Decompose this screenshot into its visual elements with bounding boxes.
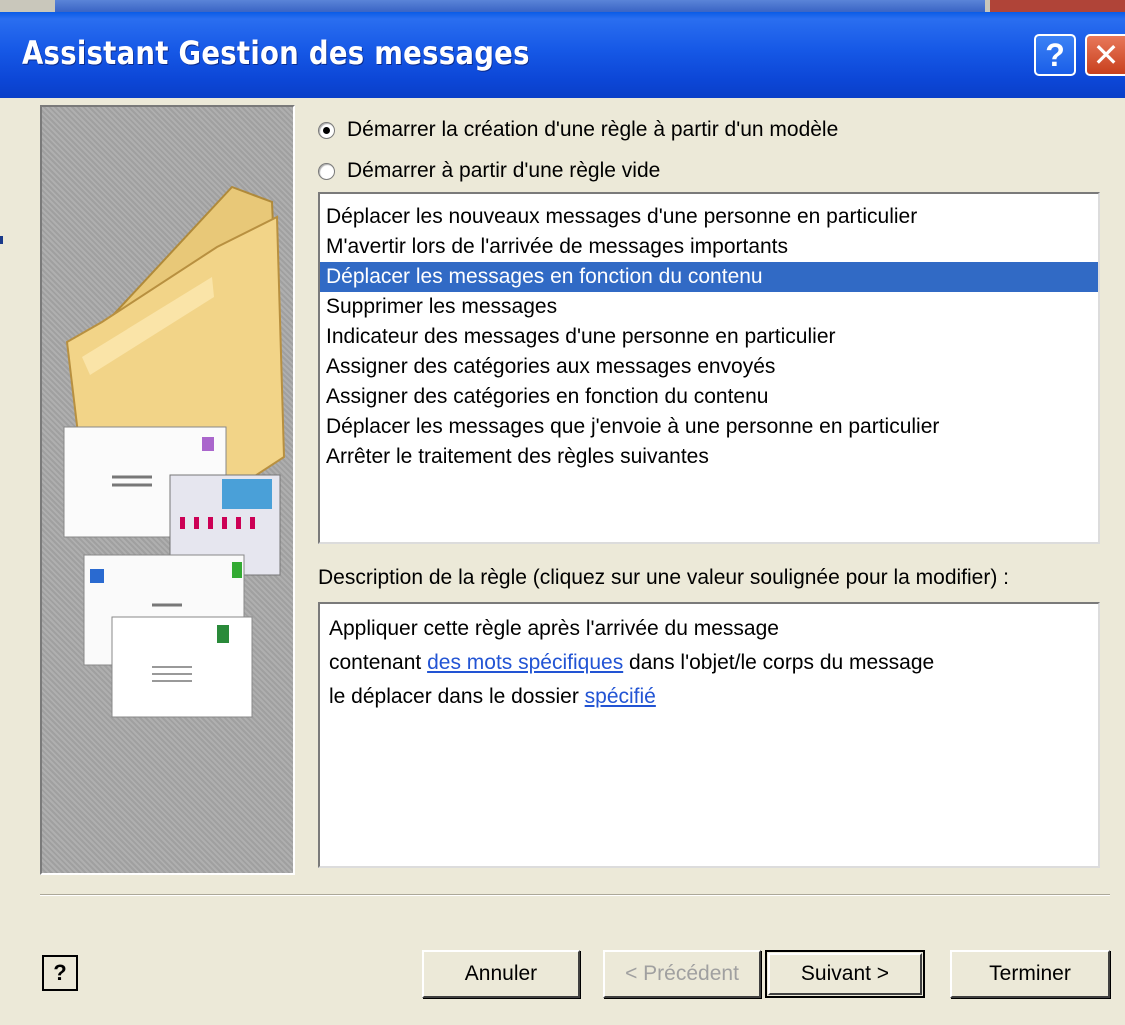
list-item[interactable]: Déplacer les nouveaux messages d'une per…: [320, 202, 1098, 232]
rule-description-box: Appliquer cette règle après l'arrivée du…: [318, 602, 1100, 868]
background-window-buttons: [990, 0, 1125, 12]
list-item[interactable]: Assigner des catégories aux messages env…: [320, 352, 1098, 382]
description-text: dans l'objet/le corps du message: [623, 651, 935, 674]
specific-words-link[interactable]: des mots spécifiques: [427, 651, 623, 674]
radio-start-blank[interactable]: Démarrer à partir d'une règle vide: [318, 154, 660, 188]
radio-template-circle[interactable]: [318, 121, 335, 139]
description-line: le déplacer dans le dossier spécifié: [329, 680, 1098, 714]
list-item[interactable]: Déplacer les messages que j'envoie à une…: [320, 412, 1098, 442]
description-text: contenant: [329, 651, 428, 674]
radio-blank-circle[interactable]: [318, 162, 335, 180]
rule-description-label: Description de la règle (cliquez sur une…: [318, 566, 1010, 589]
folder-envelopes-illustration: [63, 185, 286, 718]
footer-separator: [40, 894, 1110, 896]
title-bar[interactable]: Assistant Gestion des messages ? ✕: [0, 12, 1125, 98]
description-text: Appliquer cette règle après l'arrivée du…: [329, 617, 779, 640]
help-title-button[interactable]: ?: [1034, 34, 1076, 76]
specified-folder-link[interactable]: spécifié: [585, 685, 656, 708]
help-button[interactable]: ?: [42, 955, 78, 991]
template-list[interactable]: Déplacer les nouveaux messages d'une per…: [318, 192, 1100, 544]
next-button[interactable]: Suivant >: [765, 950, 925, 998]
list-item[interactable]: Indicateur des messages d'une personne e…: [320, 322, 1098, 352]
list-item[interactable]: Arrêter le traitement des règles suivant…: [320, 442, 1098, 472]
description-line: Appliquer cette règle après l'arrivée du…: [329, 612, 1098, 646]
list-item[interactable]: Supprimer les messages: [320, 292, 1098, 322]
description-line: contenant des mots spécifiques dans l'ob…: [329, 646, 1098, 680]
next-button-label: Suivant >: [800, 962, 890, 985]
list-item[interactable]: Assigner des catégories en fonction du c…: [320, 382, 1098, 412]
radio-template-label[interactable]: Démarrer la création d'une règle à parti…: [347, 118, 838, 142]
wizard-illustration: [40, 105, 295, 875]
background-window-strip: [0, 0, 1125, 12]
radio-start-from-template[interactable]: Démarrer la création d'une règle à parti…: [318, 113, 838, 147]
list-item-selected[interactable]: Déplacer les messages en fonction du con…: [320, 262, 1098, 292]
cancel-button[interactable]: Annuler: [422, 950, 580, 998]
description-text: le déplacer dans le dossier: [329, 685, 585, 708]
back-button[interactable]: < Précédent: [603, 950, 761, 998]
window-title: Assistant Gestion des messages: [22, 34, 530, 72]
close-button[interactable]: ✕: [1085, 34, 1125, 76]
background-window-titlebar: [55, 0, 985, 12]
finish-button[interactable]: Terminer: [950, 950, 1110, 998]
help-question-icon: ?: [53, 960, 67, 985]
list-item[interactable]: M'avertir lors de l'arrivée de messages …: [320, 232, 1098, 262]
background-edge-mark: [0, 236, 3, 244]
radio-blank-label[interactable]: Démarrer à partir d'une règle vide: [347, 159, 660, 183]
